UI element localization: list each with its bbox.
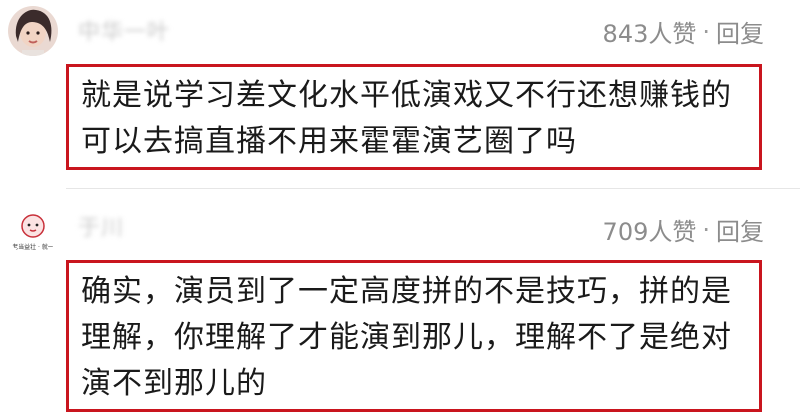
meta-separator: · (702, 17, 710, 46)
username[interactable]: 于川 (78, 210, 124, 242)
comment-meta: 843人赞 · 回复 (603, 14, 764, 49)
avatar[interactable]: 老当益壮 · 就一 (8, 206, 58, 256)
comment-text: 就是说学习差文化水平低演戏又不行还想赚钱的可以去搞直播不用来霍霍演艺圈了吗 (66, 64, 762, 170)
avatar-caption: 老当益壮 · 就一 (12, 244, 54, 251)
username[interactable]: 中华一叶 (78, 14, 170, 46)
comment-text: 确实，演员到了一定高度拼的不是技巧，拼的是理解，你理解了才能演到那儿，理解不了是… (66, 260, 762, 412)
reply-button[interactable]: 回复 (716, 212, 764, 247)
avatar-photo-icon (8, 6, 58, 56)
reply-button[interactable]: 回复 (716, 14, 764, 49)
meta-separator: · (702, 215, 710, 244)
avatar[interactable] (8, 6, 58, 56)
like-count[interactable]: 709人赞 (603, 212, 697, 247)
comment-meta: 709人赞 · 回复 (603, 212, 764, 247)
like-count[interactable]: 843人赞 (603, 14, 697, 49)
comment-item: 老当益壮 · 就一 于川 709人赞 · 回复 确实，演员到了一定高度拼的不是技… (0, 190, 800, 415)
comment-item: 中华一叶 843人赞 · 回复 就是说学习差文化水平低演戏又不行还想赚钱的可以去… (0, 0, 800, 190)
divider (66, 188, 800, 189)
